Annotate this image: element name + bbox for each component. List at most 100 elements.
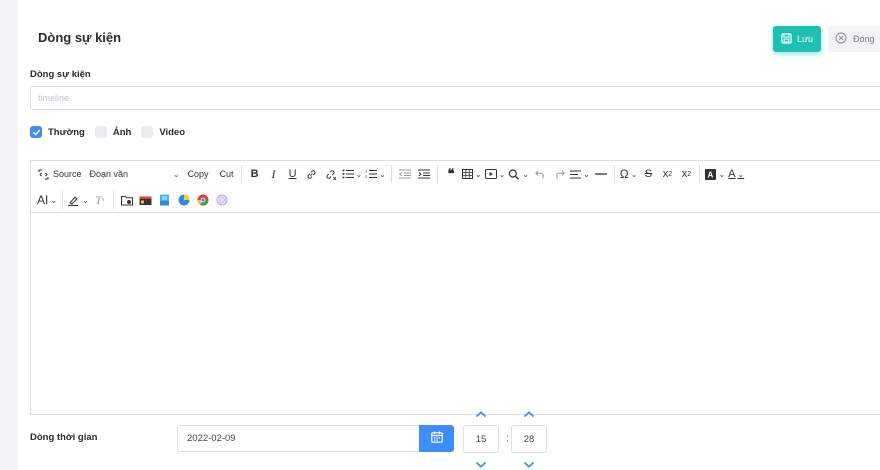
font-color-icon[interactable]: A ⌄ [728, 164, 744, 184]
hour-input[interactable]: 15 [463, 425, 499, 453]
remove-format-icon[interactable]: Tx [92, 190, 108, 210]
save-label: Lưu [796, 34, 814, 44]
italic-icon[interactable]: I [266, 164, 282, 184]
calendar-button[interactable] [419, 425, 454, 452]
chart-icon[interactable] [176, 190, 192, 210]
source-label: Source [53, 169, 82, 179]
time-separator: : [506, 433, 509, 444]
table-icon[interactable]: ⌄ [461, 164, 482, 184]
save-button[interactable]: Lưu [773, 26, 821, 52]
file-manager-icon[interactable] [119, 190, 135, 210]
toolbar-divider [112, 191, 114, 209]
svg-text:2: 2 [365, 174, 368, 179]
source-icon [37, 168, 50, 181]
emoji-icon[interactable] [214, 190, 230, 210]
heading-dropdown[interactable]: Đoạn văn ⌄ [90, 164, 180, 184]
color-wheel-icon[interactable] [195, 190, 211, 210]
link-icon[interactable] [304, 164, 320, 184]
indent-icon[interactable] [416, 164, 432, 184]
strikethrough-icon[interactable]: S [640, 164, 656, 184]
toolbar-divider [62, 191, 64, 209]
chevron-down-icon: ⌄ [82, 195, 89, 205]
close-circle-icon [835, 32, 847, 46]
chevron-down-icon: ⌄ [630, 169, 638, 179]
date-value: 2022-02-09 [187, 433, 236, 444]
chevron-down-icon: ⌄ [718, 169, 726, 179]
post-type-options: Thường Ảnh Video [30, 126, 195, 138]
numbered-list-icon[interactable]: 12 ⌄ [365, 164, 386, 184]
special-characters-icon[interactable]: Ω ⌄ [620, 164, 638, 184]
chevron-down-icon: ⌄ [355, 169, 363, 179]
heading-label: Đoạn văn [89, 169, 129, 179]
save-icon [781, 32, 792, 46]
chevron-down-icon: ⌄ [379, 169, 386, 179]
toolbar-row-2: AI ⌄ ⌄ Tx [31, 187, 880, 213]
event-field-label: Dòng sự kiện [30, 69, 91, 80]
chevron-down-icon: ⌄ [522, 169, 530, 179]
chevron-down-icon: ⌄ [583, 169, 590, 179]
horizontal-line-icon[interactable] [593, 164, 609, 184]
copy-button[interactable]: Copy [188, 164, 209, 184]
superscript-icon[interactable]: x2 [678, 164, 694, 184]
media-embed-icon[interactable]: ⌄ [484, 164, 506, 184]
checkbox-unchecked[interactable] [141, 126, 154, 138]
outdent-icon[interactable] [397, 164, 413, 184]
hour-value: 15 [475, 433, 487, 445]
cut-button[interactable]: Cut [219, 164, 235, 184]
toolbar-divider [390, 165, 392, 183]
ai-label: AI [37, 193, 49, 207]
align-icon[interactable]: ⌄ [570, 164, 590, 184]
minute-decrement-icon[interactable] [522, 461, 536, 469]
calendar-icon [430, 430, 443, 448]
chevron-down-icon: ⌄ [737, 169, 745, 179]
checkbox-checked[interactable] [30, 126, 42, 138]
close-button[interactable]: Đóng [828, 26, 880, 52]
bulleted-list-icon[interactable]: ⌄ [342, 164, 363, 184]
editor-toolbar: Source Đoạn văn ⌄ Copy Cut B I U ⌄ 1 2 ⌄… [31, 160, 880, 213]
chevron-down-icon: ⌄ [50, 195, 58, 205]
option-anh[interactable]: Ảnh [94, 126, 132, 138]
hour-decrement-icon[interactable] [474, 461, 488, 469]
form-panel: Dòng sự kiện Lưu Đóng Dòng sự kiện Thườn… [18, 0, 880, 470]
ai-button[interactable]: AI ⌄ [37, 190, 57, 210]
svg-text:A: A [708, 170, 714, 179]
toolbar-divider [699, 165, 701, 183]
minute-value: 28 [523, 433, 535, 445]
checkbox-unchecked[interactable] [94, 126, 107, 138]
date-input[interactable]: 2022-02-09 [177, 425, 419, 452]
background-color-icon[interactable]: A ⌄ [705, 164, 725, 184]
option-label: Ảnh [112, 126, 132, 138]
chevron-down-icon: ⌄ [474, 169, 482, 179]
svg-text:1: 1 [365, 169, 368, 174]
option-thuong[interactable]: Thường [30, 126, 85, 138]
chevron-down-icon: ⌄ [498, 169, 506, 179]
chevron-down-icon: ⌄ [172, 169, 180, 179]
undo-icon[interactable] [532, 164, 548, 184]
unlink-icon[interactable] [323, 164, 339, 184]
underline-icon[interactable]: U [285, 164, 301, 184]
minute-input[interactable]: 28 [511, 425, 547, 453]
subscript-icon[interactable]: x2 [659, 164, 675, 184]
rich-text-editor: Source Đoạn văn ⌄ Copy Cut B I U ⌄ 1 2 ⌄… [30, 160, 880, 415]
close-label: Đóng [853, 34, 875, 44]
source-button[interactable]: Source [37, 164, 82, 184]
option-video[interactable]: Video [141, 126, 185, 138]
option-label: Video [159, 126, 186, 138]
toolbar-divider [613, 165, 615, 183]
timeline-field-label: Dòng thời gian [30, 432, 98, 443]
find-replace-icon[interactable]: ⌄ [508, 164, 529, 184]
option-label: Thường [48, 126, 85, 138]
blockquote-icon[interactable]: ❝ [443, 164, 459, 184]
redo-icon[interactable] [551, 164, 567, 184]
page-title: Dòng sự kiện [38, 30, 122, 45]
event-timeline-input[interactable] [30, 86, 880, 110]
image-upload-icon[interactable] [157, 190, 173, 210]
toolbar-row-1: Source Đoạn văn ⌄ Copy Cut B I U ⌄ 1 2 ⌄… [31, 161, 880, 187]
toolbar-divider [240, 165, 242, 183]
hour-increment-icon[interactable] [474, 410, 488, 418]
minute-increment-icon[interactable] [522, 410, 536, 418]
bold-icon[interactable]: B [247, 164, 263, 184]
video-icon[interactable] [138, 190, 154, 210]
highlight-icon[interactable]: ⌄ [68, 190, 89, 210]
editor-content-area[interactable] [31, 213, 880, 413]
